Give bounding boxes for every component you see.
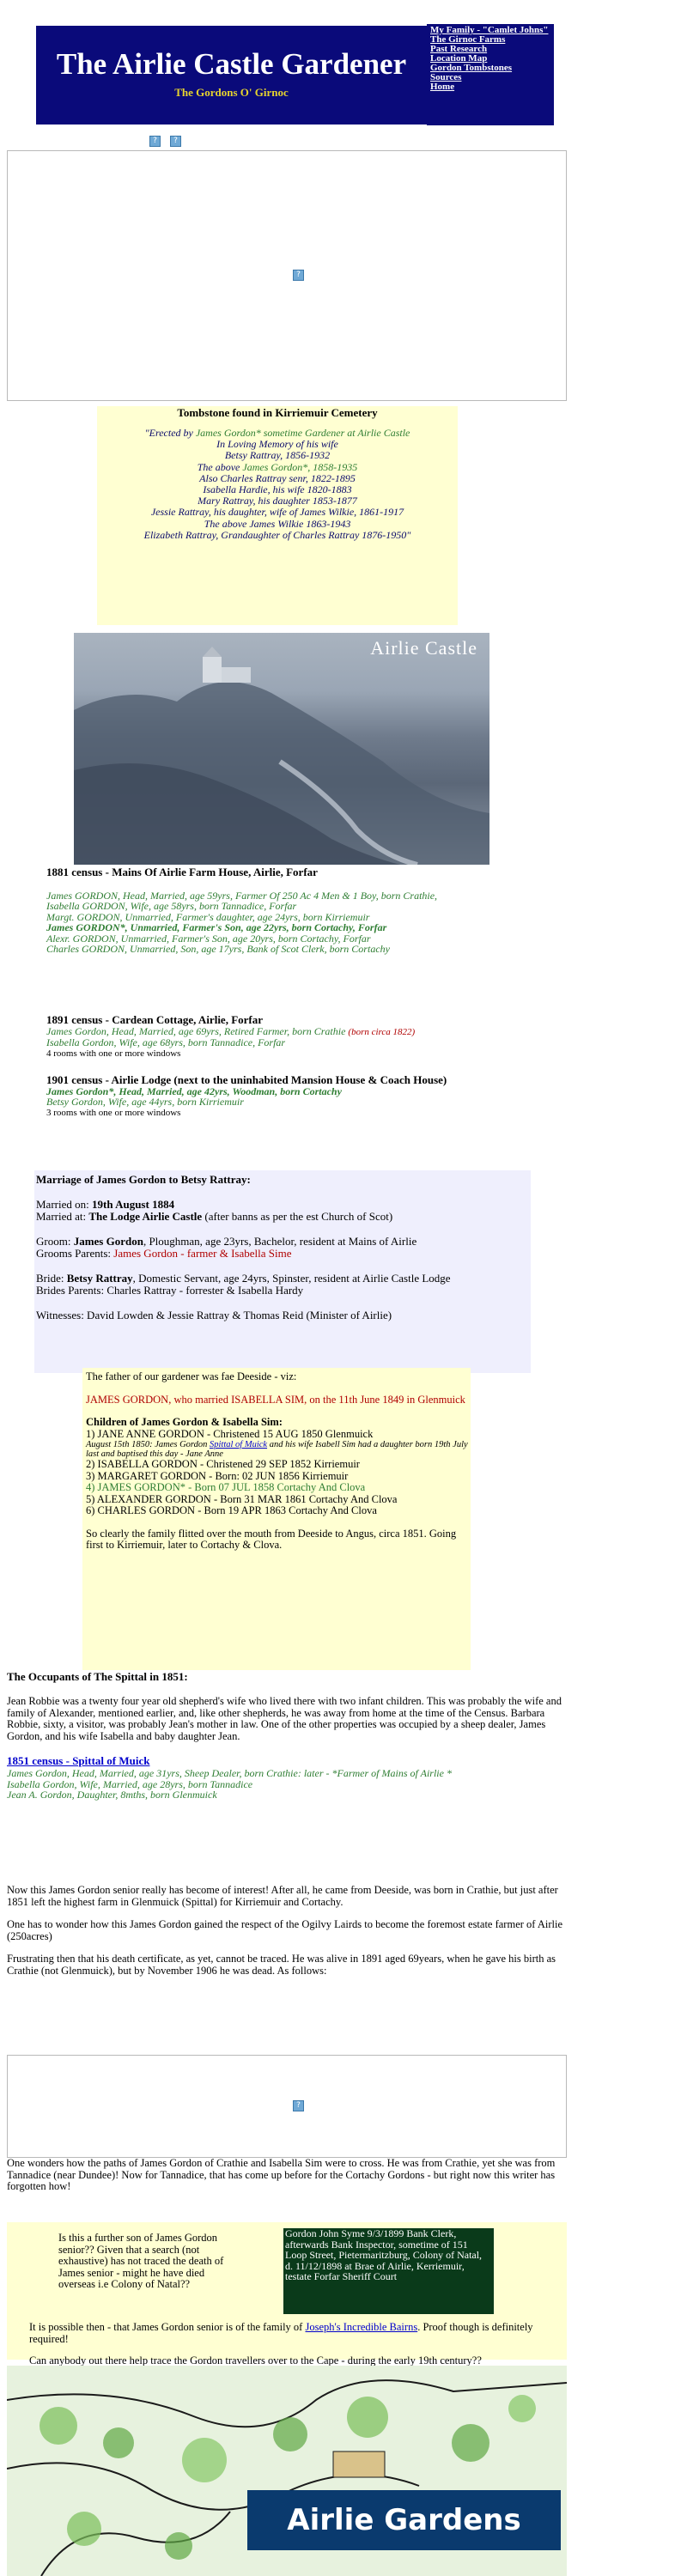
spittal-heading: The Occupants of The Spittal in 1851: (7, 1670, 188, 1683)
help-icon[interactable]: ? (149, 136, 161, 147)
embedded-media-frame[interactable]: ? (7, 2055, 567, 2158)
census-1881-section: 1881 census - Mains Of Airlie Farm House… (46, 866, 562, 955)
child-entry: 4) JAMES GORDON* - Born 07 JUL 1858 Cort… (86, 1481, 366, 1493)
castle-photo-caption: Airlie Castle (370, 637, 477, 659)
family-of-joseph: It is possible then - that James Gordon … (29, 2321, 562, 2367)
marriage-heading: Marriage of James Gordon to Betsy Rattra… (36, 1173, 251, 1186)
spittal-section: The Occupants of The Spittal in 1851: Je… (7, 1670, 567, 1801)
missing-plugin-icon: ? (293, 270, 304, 281)
census-note: 4 rooms with one or more windows (46, 1048, 181, 1059)
natal-record-box: Gordon John Syme 9/3/1899 Bank Clerk, af… (283, 2228, 494, 2314)
site-banner: The Airlie Castle Gardener The Gordons O… (36, 26, 427, 125)
census-1901-heading: 1901 census - Airlie Lodge (next to the … (46, 1073, 447, 1086)
wonder-paragraph: One wonders how the paths of James Gordo… (7, 2157, 556, 2192)
help-icon[interactable]: ? (170, 136, 181, 147)
bride: Bride: Betsy Rattray, Domestic Servant, … (36, 1271, 451, 1285)
child-note: August 15th 1850: James Gordon Spittal o… (86, 1440, 468, 1459)
josephs-bairns-link[interactable]: Joseph's Incredible Bairns (305, 2321, 417, 2333)
census-row: Charles GORDON, Unmarried, Son, age 17yr… (46, 943, 390, 955)
page-subtitle: The Gordons O' Girnoc (174, 86, 289, 99)
groom-parents: Grooms Parents: James Gordon - farmer & … (36, 1247, 292, 1260)
marriage-panel: Marriage of James Gordon to Betsy Rattra… (34, 1170, 531, 1373)
married-at: Married at: The Lodge Airlie Castle (aft… (36, 1210, 393, 1223)
son-question-text: Is this a further son of James Gordon se… (58, 2232, 224, 2290)
bride-parents: Brides Parents: Charles Rattray - forres… (36, 1284, 304, 1297)
child-entry: 1) JANE ANNE GORDON - Christened 15 AUG … (86, 1427, 374, 1440)
children-intro: The father of our gardener was fae Deesi… (86, 1370, 297, 1382)
census-row: Isabella Gordon, Wife, age 68yrs, born T… (46, 1036, 286, 1048)
embedded-media-frame[interactable]: ? (7, 150, 567, 401)
census-1901-section: 1901 census - Airlie Lodge (next to the … (46, 1073, 562, 1118)
page-title: The Airlie Castle Gardener (56, 47, 407, 81)
james-senior-section: Now this James Gordon senior really has … (7, 1884, 567, 1977)
senior-paragraph: Now this James Gordon senior really has … (7, 1884, 558, 1908)
census-row: James GORDON*, Unmarried, Farmer's Son, … (46, 921, 387, 933)
castle-landscape-drawing (74, 647, 489, 865)
tombstone-heading: Tombstone found in Kirriemuir Cemetery (177, 406, 378, 419)
nav-link-home[interactable]: Home (430, 82, 554, 92)
spittal-paragraph: Jean Robbie was a twenty four year old s… (7, 1695, 562, 1742)
castle-photo-icon: Airlie Castle (74, 633, 489, 865)
garden-map-icon: Airlie Gardens (7, 2366, 567, 2576)
children-heading: Children of James Gordon & Isabella Sim: (86, 1416, 283, 1428)
witnesses: Witnesses: David Lowden & Jessie Rattray… (36, 1308, 392, 1321)
children-panel: The father of our gardener was fae Deesi… (82, 1368, 471, 1670)
child-entry: 2) ISABELLA GORDON - Christened 29 SEP 1… (86, 1458, 360, 1470)
child-entry: 6) CHARLES GORDON - Born 19 APR 1863 Cor… (86, 1504, 377, 1516)
senior-paragraph: Frustrating then that his death certific… (7, 1953, 556, 1977)
census-row: James Gordon, Head, Married, age 31yrs, … (7, 1767, 452, 1779)
child-entry: 3) MARGARET GORDON - Born: 02 JUN 1856 K… (86, 1469, 349, 1482)
groom: Groom: James Gordon, Ploughman, age 23yr… (36, 1234, 417, 1248)
tombstone-panel: Tombstone found in Kirriemuir Cemetery "… (97, 406, 458, 625)
children-summary: So clearly the family flitted over the m… (86, 1527, 457, 1551)
missing-plugin-icon: ? (293, 2100, 304, 2111)
nav-menu: My Family - "Camlet Johns" The Girnoc Fa… (427, 24, 554, 125)
married-on: Married on: 19th August 1884 (36, 1197, 175, 1211)
tombstone-inscription: "Erected by James Gordon* sometime Garde… (97, 427, 458, 541)
census-row: Betsy Gordon, Wife, age 44yrs, born Kirr… (46, 1096, 244, 1108)
census-row: Jean A. Gordon, Daughter, 8mths, born Gl… (7, 1789, 217, 1801)
father-marriage: JAMES GORDON, who married ISABELLA SIM, … (86, 1393, 465, 1406)
census-1851-link[interactable]: 1851 census - Spittal of Muick (7, 1754, 149, 1767)
senior-paragraph: One has to wonder how this James Gordon … (7, 1918, 563, 1942)
census-1881-heading: 1881 census - Mains Of Airlie Farm House… (46, 866, 318, 878)
census-row: James Gordon, Head, Married, age 69yrs, … (46, 1024, 416, 1037)
spittal-of-muick-link[interactable]: Spittal of Muick (210, 1440, 267, 1449)
gardens-title: Airlie Gardens (247, 2490, 561, 2550)
census-row: Isabella GORDON, Wife, age 58yrs, born T… (46, 900, 297, 912)
census-note: 3 rooms with one or more windows (46, 1107, 181, 1118)
child-entry: 5) ALEXANDER GORDON - Born 31 MAR 1861 C… (86, 1492, 398, 1505)
census-1891-section: 1891 census - Cardean Cottage, Airlie, F… (46, 1014, 562, 1059)
inscription-line: Elizabeth Rattray, Grandaughter of Charl… (143, 528, 411, 541)
